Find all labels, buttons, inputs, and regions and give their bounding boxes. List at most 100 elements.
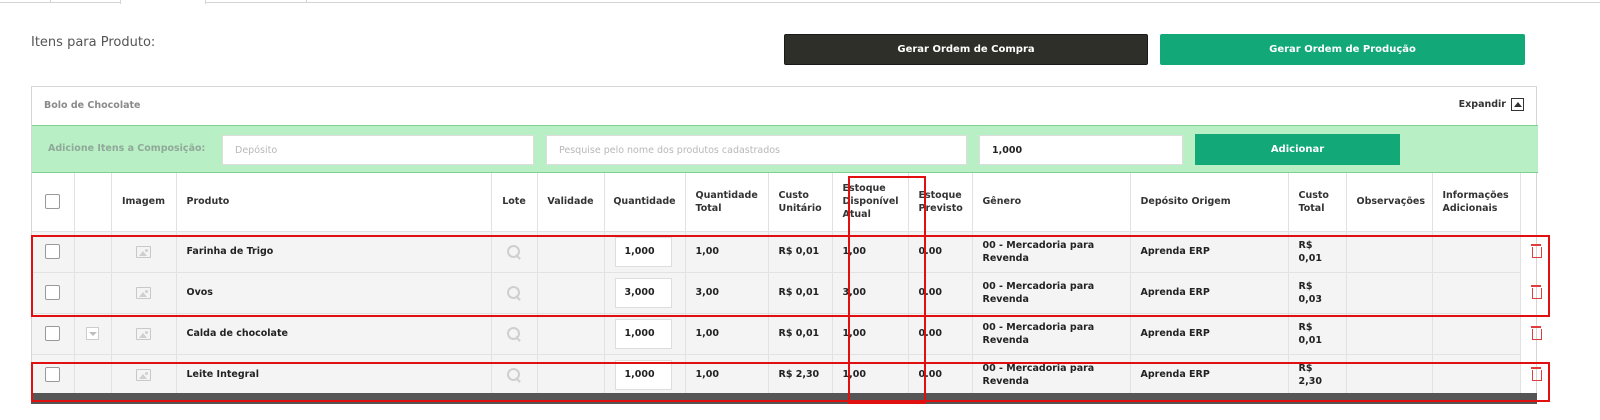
row-custo-unitario: R$ 0,01: [768, 231, 833, 273]
column-label: Adicionais: [1442, 202, 1498, 214]
row-estoque-previsto: 0.00: [908, 354, 973, 396]
row-produto: Leite Integral: [176, 354, 492, 396]
row-quantidade-total: 3,00: [685, 272, 769, 314]
genero-line: Revenda: [982, 334, 1029, 346]
image-placeholder-icon: [136, 327, 151, 340]
row-quantidade-total: 1,00: [685, 354, 769, 396]
genero-line: 00 - Mercadoria para: [982, 362, 1095, 374]
column-genero: Gênero: [972, 173, 1131, 232]
column-produto: Produto: [176, 173, 492, 232]
row-checkbox[interactable]: [45, 326, 61, 341]
table-row: Ovos 3,000 3,00 R$ 0,01 3,00 0.00 00 - M…: [32, 272, 1521, 314]
trash-icon[interactable]: [1531, 244, 1542, 258]
collapse-up-icon[interactable]: [1511, 98, 1524, 111]
row-observacoes: [1346, 354, 1433, 396]
row-validade: [537, 354, 605, 396]
row-quantity-input[interactable]: 1,000: [614, 236, 672, 267]
row-custo-total: R$ 0,03: [1288, 272, 1347, 314]
row-produto: Calda de chocolate: [176, 313, 492, 355]
tab-active[interactable]: [120, 0, 206, 4]
table-header-row: Imagem Produto Lote Validade Quantidade …: [32, 173, 1521, 232]
row-checkbox[interactable]: [45, 367, 61, 382]
row-quantity-input[interactable]: 3,000: [614, 277, 672, 308]
column-validade: Validade: [537, 173, 605, 232]
row-select-cell: [32, 313, 75, 355]
add-items-label: Adicione Itens a Composição:: [48, 143, 206, 154]
product-search-input[interactable]: Pesquise pelo nome dos produtos cadastra…: [546, 135, 967, 165]
search-icon[interactable]: [507, 285, 521, 300]
row-lote-cell: [491, 354, 538, 396]
chevron-down-icon[interactable]: [86, 327, 99, 340]
genero-line: Revenda: [982, 293, 1029, 305]
trash-icon[interactable]: [1531, 326, 1542, 340]
image-placeholder-icon: [136, 245, 151, 258]
genero-line: Revenda: [982, 252, 1029, 264]
row-quantity-input[interactable]: 1,000: [614, 359, 672, 390]
row-estoque-previsto: 0.00: [908, 231, 973, 273]
expand-toggle[interactable]: Expandir: [1459, 98, 1524, 111]
generate-production-order-button[interactable]: Gerar Ordem de Produção: [1160, 34, 1525, 65]
row-custo-unitario: R$ 0,01: [768, 272, 833, 314]
expand-label: Expandir: [1458, 99, 1506, 110]
column-label: Custo: [1298, 189, 1329, 201]
deposit-input[interactable]: Depósito: [222, 135, 534, 165]
column-expand: [74, 173, 112, 232]
horizontal-scrollbar[interactable]: [31, 393, 1537, 404]
row-image-cell: [111, 354, 177, 396]
select-all-checkbox[interactable]: [45, 194, 61, 210]
page: Itens para Produto: Gerar Ordem de Compr…: [0, 0, 1600, 420]
items-table: Imagem Produto Lote Validade Quantidade …: [32, 173, 1521, 396]
column-estoque-disponivel-atual: Estoque Disponível Atual: [832, 173, 909, 232]
row-deposito-origem: Aprenda ERP: [1130, 272, 1289, 314]
table-row: Calda de chocolate 1,000 1,00 R$ 0,01 1,…: [32, 313, 1521, 355]
row-custo-total: R$ 2,30: [1288, 354, 1347, 396]
row-observacoes: [1346, 313, 1433, 355]
search-icon[interactable]: [507, 244, 521, 259]
column-label: Quantidade: [695, 189, 758, 201]
column-custo-unitario: Custo Unitário: [768, 173, 833, 232]
column-observacoes: Observações: [1346, 173, 1433, 232]
add-item-button[interactable]: Adicionar: [1195, 134, 1400, 165]
generate-purchase-order-button[interactable]: Gerar Ordem de Compra: [784, 34, 1148, 65]
genero-line: 00 - Mercadoria para: [982, 321, 1095, 333]
row-quantity-input[interactable]: 1,000: [614, 318, 672, 349]
column-label: Informações: [1442, 189, 1509, 201]
quantity-input[interactable]: 1,000: [979, 135, 1183, 165]
row-validade: [537, 313, 605, 355]
row-deposito-origem: Aprenda ERP: [1130, 313, 1289, 355]
row-validade: [537, 231, 605, 273]
row-custo-total: R$ 0,01: [1288, 313, 1347, 355]
row-checkbox[interactable]: [45, 285, 61, 300]
row-observacoes: [1346, 272, 1433, 314]
tab-strip: [0, 0, 1600, 4]
row-custo-unitario: R$ 2,30: [768, 354, 833, 396]
row-lote-cell: [491, 313, 538, 355]
row-lote-cell: [491, 231, 538, 273]
row-quantidade-total: 1,00: [685, 231, 769, 273]
column-quantidade-total: Quantidade Total: [685, 173, 769, 232]
column-label: Previsto: [918, 202, 963, 214]
row-genero: 00 - Mercadoria para Revenda: [972, 354, 1131, 396]
row-info-adicionais: [1432, 313, 1521, 355]
row-quantidade-cell: 3,000: [604, 272, 686, 314]
column-informacoes-adicionais: Informações Adicionais: [1432, 173, 1521, 232]
image-placeholder-icon: [136, 286, 151, 299]
row-custo-unitario: R$ 0,01: [768, 313, 833, 355]
trash-icon[interactable]: [1531, 285, 1542, 299]
row-produto: Farinha de Trigo: [176, 231, 492, 273]
row-select-cell: [32, 354, 75, 396]
trash-icon[interactable]: [1531, 367, 1542, 381]
row-quantidade-total: 1,00: [685, 313, 769, 355]
column-label: Total: [695, 202, 722, 214]
section-title: Itens para Produto:: [31, 35, 156, 50]
row-validade: [537, 272, 605, 314]
search-icon[interactable]: [507, 367, 521, 382]
row-checkbox[interactable]: [45, 244, 61, 259]
row-estoque-previsto: 0.00: [908, 313, 973, 355]
column-imagem: Imagem: [111, 173, 177, 232]
search-icon[interactable]: [507, 326, 521, 341]
row-image-cell: [111, 313, 177, 355]
select-all-cell: [32, 173, 75, 232]
column-estoque-previsto: Estoque Previsto: [908, 173, 973, 232]
column-label: Custo: [778, 189, 809, 201]
